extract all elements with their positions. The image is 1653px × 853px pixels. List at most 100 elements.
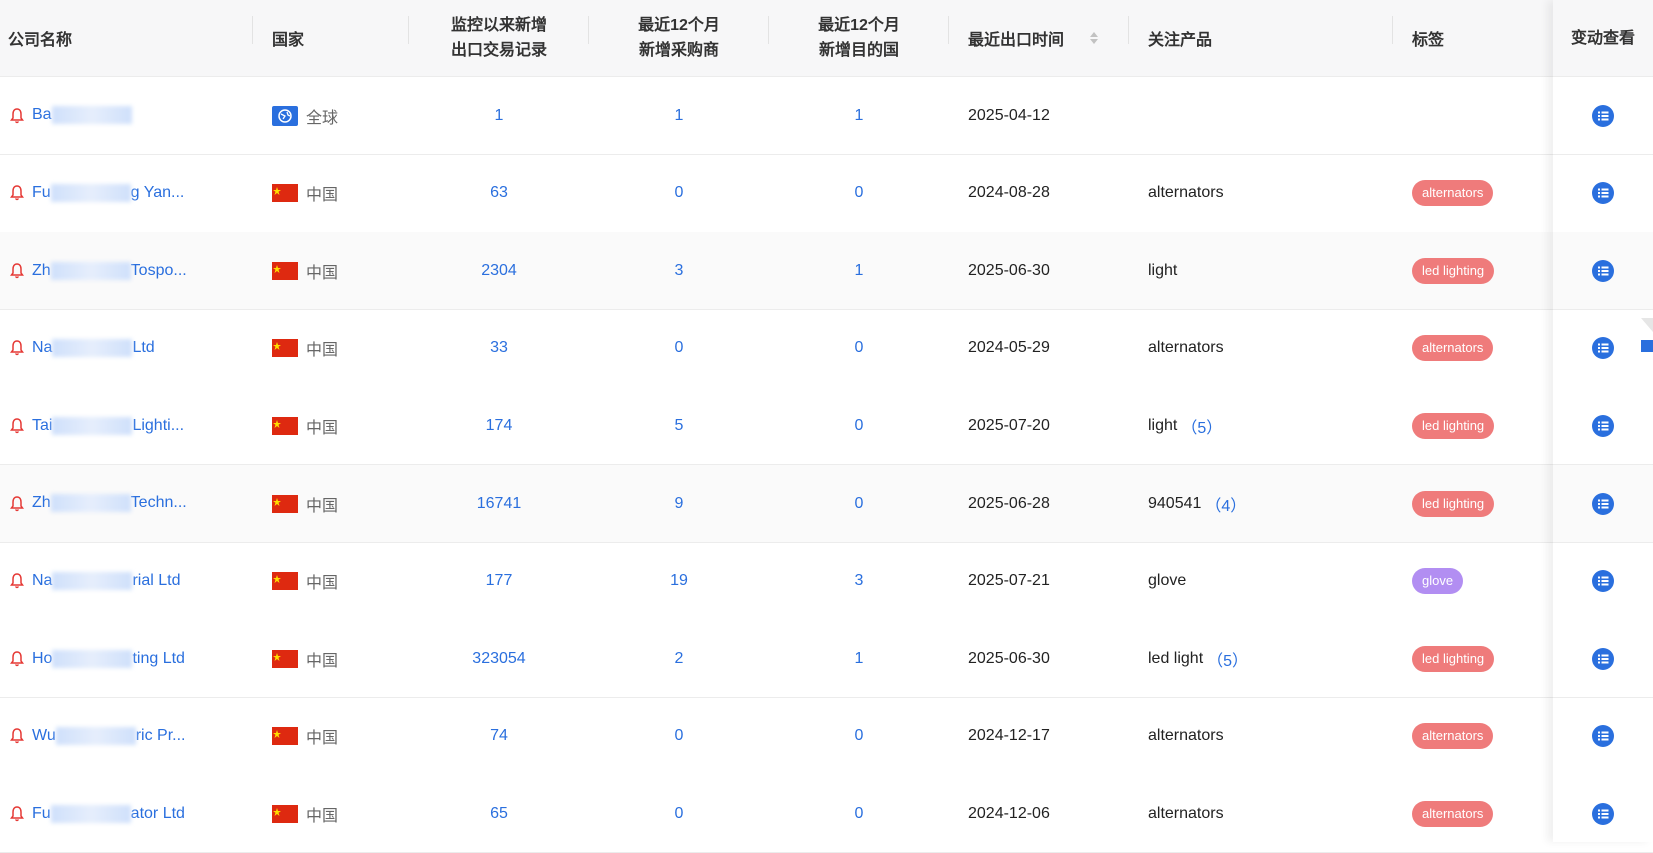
product-count-link[interactable]: （4）	[1205, 492, 1246, 516]
dest-cell[interactable]: 0	[769, 310, 949, 387]
records-cell[interactable]: 63	[409, 155, 589, 232]
company-name-link[interactable]: Fu g Yan...	[32, 183, 184, 202]
company-cell[interactable]: Fu ator Ltd	[0, 775, 250, 852]
table-row: Zh Tospo... 中国 2304 3 1 2025-06-30 light …	[0, 232, 1653, 311]
product-cell	[1148, 77, 1388, 154]
records-cell[interactable]: 65	[409, 775, 589, 852]
col-last-export-header[interactable]: 最近出口时间	[968, 0, 1128, 76]
table-row: Zh Techn... 中国 16741 9 0 2025-06-28 94054…	[0, 465, 1653, 543]
company-name-link[interactable]: Zh Techn...	[32, 494, 187, 513]
company-cell[interactable]: Ba	[0, 77, 250, 154]
tag-cell: alternators	[1412, 155, 1542, 232]
col-new-records-header: 监控以来新增 出口交易记录	[450, 17, 547, 59]
china-flag-icon	[272, 184, 298, 203]
dest-cell[interactable]: 0	[769, 465, 949, 542]
bell-icon[interactable]	[10, 806, 24, 822]
dest-cell[interactable]: 3	[769, 543, 949, 620]
buyers-cell[interactable]: 0	[589, 155, 769, 232]
product-cell: alternators	[1148, 339, 1224, 357]
col-product-header: 关注产品	[1148, 32, 1213, 49]
bell-icon[interactable]	[10, 728, 24, 744]
dest-cell[interactable]: 1	[769, 620, 949, 697]
bell-icon[interactable]	[10, 262, 24, 279]
country-cell: 中国	[272, 387, 402, 464]
redacted-text	[50, 804, 131, 823]
last-export-cell: 2025-06-30	[968, 649, 1050, 667]
records-cell[interactable]: 174	[409, 387, 589, 464]
buyers-cell[interactable]: 19	[589, 543, 769, 620]
buyers-cell[interactable]: 0	[589, 698, 769, 775]
tag-badge: led lighting	[1412, 645, 1495, 672]
redacted-text	[50, 183, 131, 202]
company-cell[interactable]: Wu ric Pr...	[0, 698, 250, 775]
bell-icon[interactable]	[10, 650, 24, 667]
dest-cell[interactable]: 1	[769, 232, 949, 309]
company-cell[interactable]: Na rial Ltd	[0, 543, 250, 620]
tag-badge: led lighting	[1412, 490, 1495, 517]
records-cell[interactable]: 323054	[409, 620, 589, 697]
company-cell[interactable]: Tai Lighti...	[0, 387, 250, 464]
company-cell[interactable]: Zh Techn...	[0, 465, 250, 542]
country-cell: 中国	[272, 465, 402, 542]
drag-handle-icon[interactable]	[1639, 318, 1653, 354]
company-name-link[interactable]: Na Ltd	[32, 339, 155, 358]
bell-icon[interactable]	[10, 340, 24, 356]
last-export-cell: 2025-07-21	[968, 572, 1050, 590]
dest-cell[interactable]: 0	[769, 155, 949, 232]
bell-icon[interactable]	[10, 495, 24, 512]
records-cell[interactable]: 16741	[409, 465, 589, 542]
redacted-text	[51, 106, 132, 125]
records-cell[interactable]: 33	[409, 310, 589, 387]
dest-cell[interactable]: 0	[769, 775, 949, 852]
china-flag-icon	[272, 572, 298, 591]
product-count-link[interactable]: （5）	[1207, 647, 1248, 671]
bell-icon[interactable]	[10, 573, 24, 589]
last-export-cell: 2024-05-29	[968, 339, 1050, 357]
company-cell[interactable]: Na Ltd	[0, 310, 250, 387]
company-name-link[interactable]: Fu ator Ltd	[32, 804, 185, 823]
company-cell[interactable]: Ho ting Ltd	[0, 620, 250, 697]
bell-icon[interactable]	[10, 185, 24, 201]
company-name-link[interactable]: Ba	[32, 106, 132, 125]
bell-icon[interactable]	[10, 418, 24, 434]
china-flag-icon	[272, 416, 298, 435]
last-export-cell: 2025-06-30	[968, 261, 1050, 279]
sort-icon[interactable]	[1090, 32, 1099, 44]
buyers-cell[interactable]: 1	[589, 77, 769, 154]
company-name-link[interactable]: Wu ric Pr...	[32, 727, 186, 746]
records-cell[interactable]: 2304	[409, 232, 589, 309]
tag-badge: alternators	[1412, 800, 1494, 827]
records-cell[interactable]: 1	[409, 77, 589, 154]
table-header: 公司名称 国家 监控以来新增 出口交易记录 最近12个月 新增采购商 最近12个月新…	[0, 0, 1653, 77]
redacted-text	[50, 494, 131, 513]
records-cell[interactable]: 74	[409, 698, 589, 775]
product-count-link[interactable]: （5）	[1181, 414, 1222, 438]
product-cell: alternators	[1148, 727, 1224, 745]
redacted-text	[52, 649, 133, 668]
buyers-cell[interactable]: 9	[589, 465, 769, 542]
records-cell[interactable]: 177	[409, 543, 589, 620]
company-name-link[interactable]: Ho ting Ltd	[32, 649, 185, 668]
company-name-link[interactable]: Na rial Ltd	[32, 571, 180, 590]
dest-cell[interactable]: 0	[769, 387, 949, 464]
dest-cell[interactable]: 1	[769, 77, 949, 154]
tag-cell	[1412, 77, 1542, 154]
buyers-cell[interactable]: 5	[589, 387, 769, 464]
product-cell: glove	[1148, 572, 1187, 590]
company-name-link[interactable]: Zh Tospo...	[32, 261, 187, 280]
buyers-cell[interactable]: 2	[589, 620, 769, 697]
country-cell: 中国	[272, 543, 402, 620]
country-cell: 中国	[272, 775, 402, 852]
buyers-cell[interactable]: 0	[589, 775, 769, 852]
country-cell: 中国	[272, 620, 402, 697]
last-export-cell: 2025-06-28	[968, 494, 1050, 512]
company-cell[interactable]: Zh Tospo...	[0, 232, 250, 309]
buyers-cell[interactable]: 3	[589, 232, 769, 309]
product-cell: alternators	[1148, 804, 1224, 822]
table-row: Fu ator Ltd 中国 65 0 0 2024-12-06 alternat…	[0, 775, 1653, 853]
bell-icon[interactable]	[10, 107, 24, 124]
company-name-link[interactable]: Tai Lighti...	[32, 416, 184, 435]
company-cell[interactable]: Fu g Yan...	[0, 155, 250, 232]
buyers-cell[interactable]: 0	[589, 310, 769, 387]
dest-cell[interactable]: 0	[769, 698, 949, 775]
